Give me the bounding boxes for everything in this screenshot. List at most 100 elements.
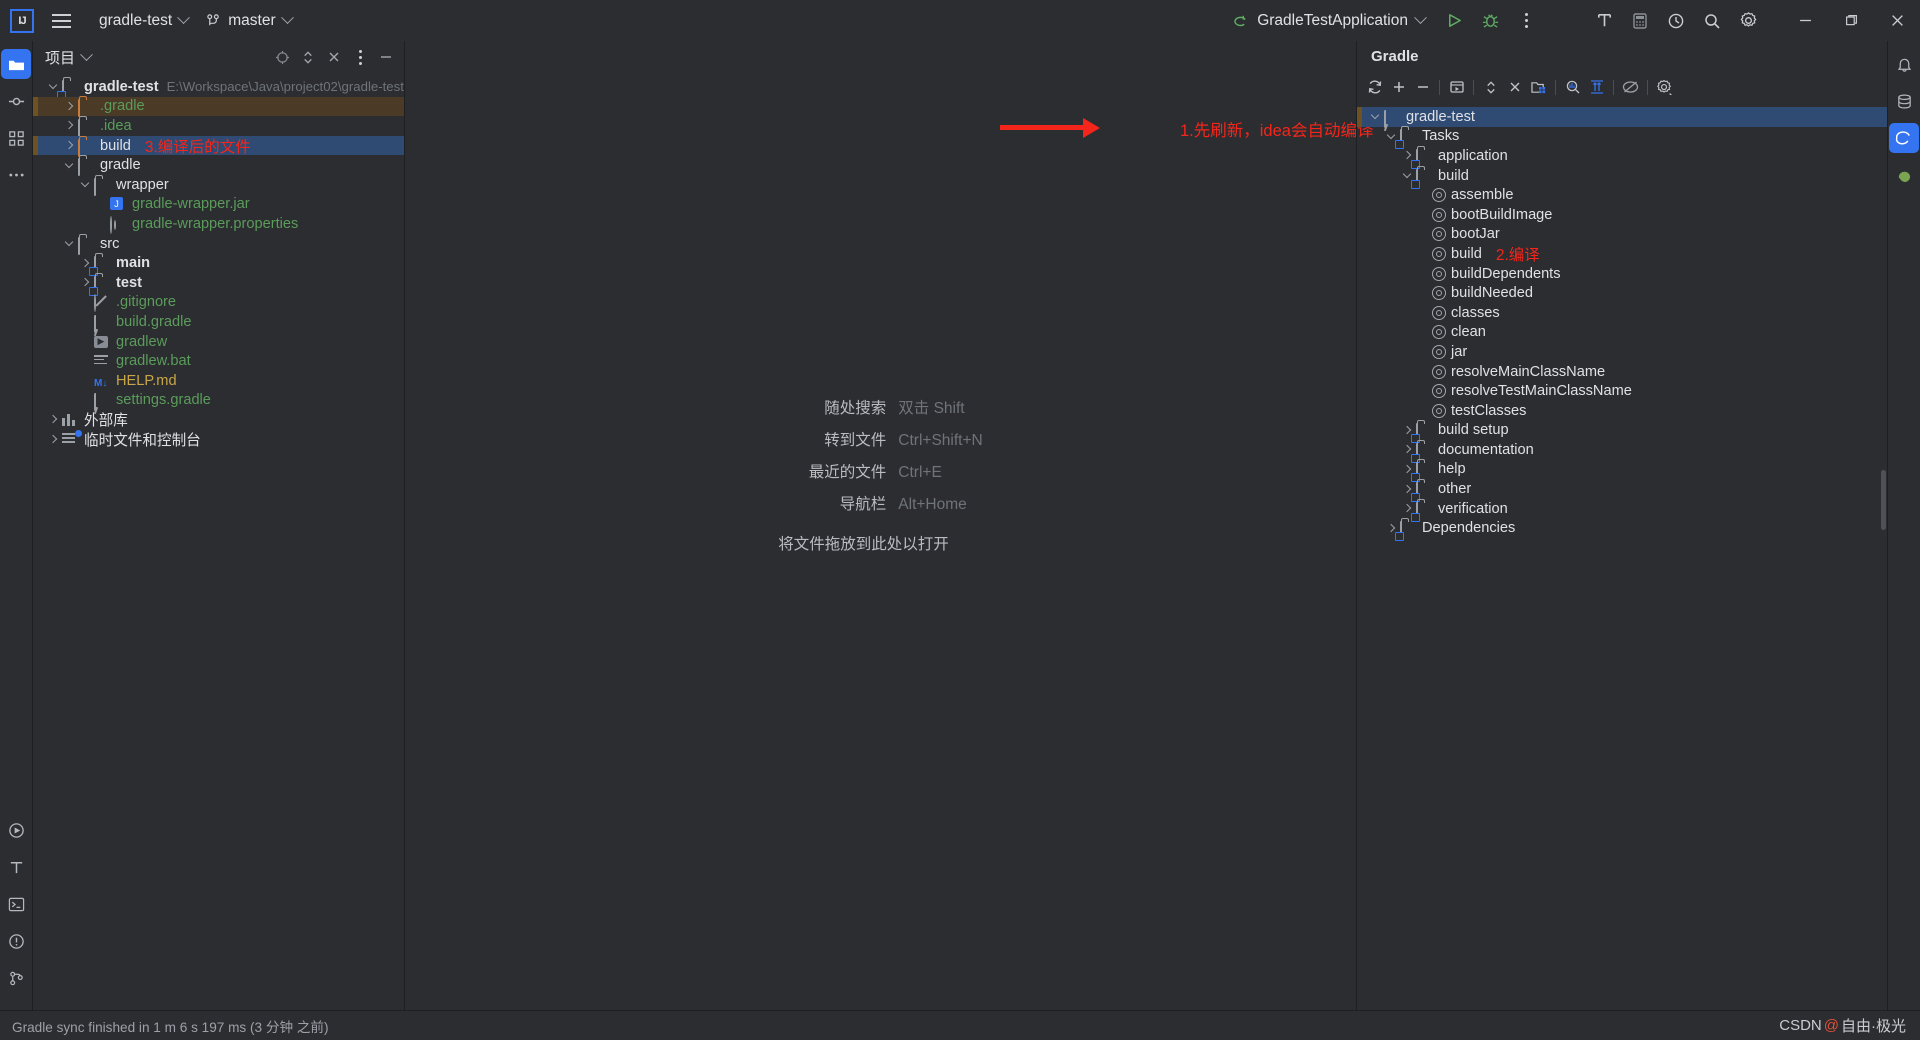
project-selector[interactable]: gradle-test: [90, 7, 197, 35]
window-maximize-button[interactable]: [1828, 0, 1874, 41]
gradle-tree-row[interactable]: resolveMainClassName: [1357, 362, 1887, 382]
project-tree-row[interactable]: wrapper: [33, 175, 404, 196]
select-opened-file-button[interactable]: [270, 45, 294, 69]
gradle-tree-row[interactable]: Tasks: [1357, 127, 1887, 148]
sidebar-item-git[interactable]: [1, 963, 31, 993]
gradle-tree-row[interactable]: Dependencies: [1357, 518, 1887, 540]
run-configuration-selector[interactable]: GradleTestApplication: [1223, 7, 1434, 35]
gradle-profiler-button[interactable]: [1561, 76, 1584, 99]
close-panel-button[interactable]: [322, 45, 346, 69]
gradle-attach-project-button[interactable]: [1527, 76, 1550, 99]
gradle-scrollbar[interactable]: [1881, 470, 1886, 530]
chevron-right-icon[interactable]: [63, 100, 76, 113]
project-tree-row[interactable]: .idea: [33, 116, 404, 137]
search-everywhere-button[interactable]: [1694, 3, 1730, 39]
gradle-tree-row[interactable]: testClasses: [1357, 401, 1887, 421]
gradle-tree-row[interactable]: verification: [1357, 499, 1887, 520]
sidebar-item-more-tool-windows[interactable]: [1, 160, 31, 190]
chevron-right-icon[interactable]: [63, 139, 76, 152]
gradle-tree-row[interactable]: resolveTestMainClassName: [1357, 381, 1887, 401]
project-tree-row[interactable]: 外部库: [33, 410, 404, 430]
gradle-tree-row[interactable]: bootJar: [1357, 225, 1887, 245]
project-tree-row[interactable]: settings.gradle: [33, 391, 404, 412]
gradle-tree-row[interactable]: bootBuildImage: [1357, 205, 1887, 225]
settings-button[interactable]: [1730, 3, 1766, 39]
chevron-down-icon[interactable]: [63, 237, 76, 250]
sidebar-item-build[interactable]: [1, 852, 31, 882]
project-tree[interactable]: gradle-test E:\Workspace\Java\project02\g…: [33, 73, 404, 1010]
panel-options-button[interactable]: [348, 45, 372, 69]
build-project-button[interactable]: [1586, 3, 1622, 39]
more-actions-button[interactable]: [1508, 3, 1544, 39]
sidebar-item-notifications[interactable]: [1889, 49, 1919, 79]
gradle-close-button[interactable]: [1503, 76, 1526, 99]
project-panel-title-dropdown[interactable]: 项目: [45, 47, 93, 68]
sidebar-item-run[interactable]: [1, 815, 31, 845]
chevron-right-icon[interactable]: [47, 433, 60, 446]
chevron-right-icon[interactable]: [47, 413, 60, 426]
window-minimize-button[interactable]: [1782, 0, 1828, 41]
history-button[interactable]: [1658, 3, 1694, 39]
project-tree-row[interactable]: test: [33, 273, 404, 294]
project-tree-row[interactable]: gradle-wrapper.properties: [33, 214, 404, 234]
chevron-down-icon[interactable]: [79, 178, 92, 191]
sidebar-item-gradle[interactable]: [1889, 123, 1919, 153]
gradle-task-execution-button[interactable]: [1585, 76, 1608, 99]
sidebar-item-problems[interactable]: [1, 926, 31, 956]
gradle-settings-button[interactable]: [1653, 76, 1676, 99]
gradle-run-anything-button[interactable]: [1445, 76, 1468, 99]
sidebar-item-project[interactable]: [1, 49, 31, 79]
project-tree-row[interactable]: Jgradle-wrapper.jar: [33, 195, 404, 215]
gradle-tree-row[interactable]: jar: [1357, 342, 1887, 362]
gradle-tree-row[interactable]: buildNeeded: [1357, 283, 1887, 303]
gradle-add-button[interactable]: [1387, 76, 1410, 99]
hamburger-menu-icon[interactable]: [44, 6, 78, 36]
gradle-tree-row[interactable]: build setup: [1357, 421, 1887, 442]
project-tree-row[interactable]: M↓ HELP.md: [33, 371, 404, 391]
project-tree-row[interactable]: gradle-test E:\Workspace\Java\project02\g…: [33, 77, 404, 98]
source-root-icon: [94, 255, 111, 275]
project-tree-row[interactable]: ▶ gradlew: [33, 332, 404, 352]
project-tree-row[interactable]: main: [33, 253, 404, 275]
expand-collapse-button[interactable]: [296, 45, 320, 69]
window-close-button[interactable]: [1874, 0, 1920, 41]
sidebar-item-commit[interactable]: [1, 86, 31, 116]
gradle-tree[interactable]: gradle-test Tasks application build assemble…: [1357, 102, 1887, 1010]
gradle-tree-row[interactable]: build 2.编译: [1357, 244, 1887, 264]
gradle-remove-button[interactable]: [1411, 76, 1434, 99]
gradle-tree-row[interactable]: documentation: [1357, 440, 1887, 461]
gradle-expand-collapse-button[interactable]: [1479, 76, 1502, 99]
gradle-tree-row[interactable]: other: [1357, 479, 1887, 501]
gradle-tree-row[interactable]: classes: [1357, 303, 1887, 323]
project-tree-row[interactable]: build 3.编译后的文件: [33, 135, 404, 157]
gradle-tree-row[interactable]: buildDependents: [1357, 264, 1887, 284]
gradle-toggle-offline-button[interactable]: [1619, 76, 1642, 99]
sidebar-item-database[interactable]: [1889, 86, 1919, 116]
project-tree-row[interactable]: .gitignore: [33, 293, 404, 313]
branch-selector[interactable]: master: [197, 7, 300, 35]
project-tree-row[interactable]: gradlew.bat: [33, 351, 404, 371]
gradle-tree-row[interactable]: help: [1357, 460, 1887, 481]
chevron-right-icon[interactable]: [63, 119, 76, 132]
chevron-down-icon[interactable]: [63, 159, 76, 172]
gradle-tree-row[interactable]: gradle-test: [1357, 107, 1887, 128]
project-tree-row[interactable]: build.gradle: [33, 312, 404, 333]
sidebar-item-terminal[interactable]: [1, 889, 31, 919]
calculator-button[interactable]: [1622, 3, 1658, 39]
project-tree-row[interactable]: gradle: [33, 155, 404, 177]
gradle-tree-row[interactable]: clean: [1357, 323, 1887, 343]
debug-button[interactable]: [1472, 3, 1508, 39]
idea-window: IJ gradle-test master GradleTestApplicat…: [0, 0, 1920, 1040]
gradle-refresh-button[interactable]: [1363, 76, 1386, 99]
sidebar-item-structure[interactable]: [1, 123, 31, 153]
run-button[interactable]: [1436, 3, 1472, 39]
hide-panel-button[interactable]: [374, 45, 398, 69]
project-tree-row[interactable]: .gradle: [33, 96, 404, 118]
gradle-tree-row[interactable]: assemble: [1357, 185, 1887, 205]
gradle-tree-row[interactable]: application: [1357, 146, 1887, 167]
gradle-tree-row[interactable]: build: [1357, 166, 1887, 187]
sidebar-item-spring[interactable]: [1889, 160, 1919, 190]
project-tree-row[interactable]: src: [33, 234, 404, 255]
chevron-down-icon[interactable]: [1369, 110, 1382, 123]
project-tree-row[interactable]: 临时文件和控制台: [33, 430, 404, 450]
